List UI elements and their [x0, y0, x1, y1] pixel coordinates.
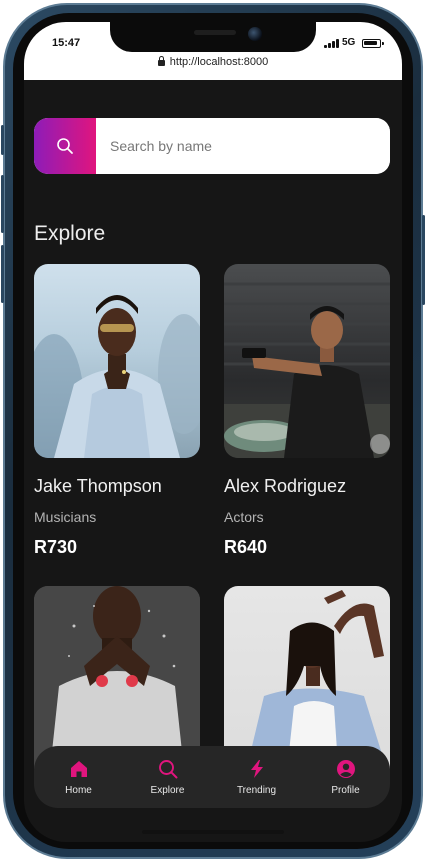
talent-photo[interactable]: [224, 264, 390, 458]
talent-category: Musicians: [34, 509, 97, 525]
profile-icon: [336, 759, 355, 778]
tab-explore-label: Explore: [150, 784, 185, 796]
section-title: Explore: [34, 222, 106, 245]
search-icon: [57, 138, 73, 154]
tab-home-label: Home: [65, 784, 92, 796]
home-indicator: [142, 830, 284, 834]
talent-photo[interactable]: [34, 264, 200, 458]
status-bar: 15:47 5G http://localhost:8000: [24, 22, 402, 80]
tab-explore[interactable]: Explore: [128, 759, 208, 796]
power-button: [422, 215, 425, 305]
talent-name: Alex Rodriguez: [224, 476, 347, 496]
search-input[interactable]: [96, 118, 390, 174]
talent-price: R730: [34, 537, 78, 557]
signal-icon: [324, 39, 340, 48]
screen: 15:47 5G http://localhost:8000 Explore: [24, 22, 402, 842]
front-camera: [248, 27, 262, 41]
address-bar[interactable]: http://localhost:8000: [24, 56, 402, 68]
talent-category: Actors: [224, 509, 264, 525]
mute-switch: [1, 125, 4, 155]
volume-down-button: [1, 245, 4, 303]
lightning-icon: [250, 759, 263, 778]
search-button[interactable]: [34, 118, 96, 174]
notch: [110, 22, 316, 52]
home-icon: [70, 760, 87, 777]
search-icon: [158, 759, 177, 778]
tab-profile-label: Profile: [331, 784, 360, 796]
talent-photo-image: [224, 282, 390, 458]
talent-photo-image: [34, 295, 200, 458]
status-time: 15:47: [52, 37, 81, 49]
search-bar: [34, 118, 390, 174]
bottom-tab-bar: Home Explore Trending Profile: [34, 746, 390, 808]
tab-profile[interactable]: Profile: [306, 759, 386, 796]
network-type: 5G: [342, 37, 356, 48]
talent-name: Jake Thompson: [34, 476, 162, 496]
url-text: http://localhost:8000: [169, 56, 269, 68]
speaker-grille: [194, 30, 236, 35]
volume-up-button: [1, 175, 4, 233]
talent-card[interactable]: Alex Rodriguez Actors R640: [224, 264, 390, 558]
tab-trending-label: Trending: [236, 784, 277, 796]
battery-icon: [362, 39, 384, 48]
lock-icon: [157, 56, 165, 66]
tab-trending[interactable]: Trending: [217, 759, 297, 796]
talent-price: R640: [224, 537, 268, 557]
talent-card[interactable]: Jake Thompson Musicians R730: [34, 264, 200, 558]
tab-home[interactable]: Home: [39, 759, 119, 796]
